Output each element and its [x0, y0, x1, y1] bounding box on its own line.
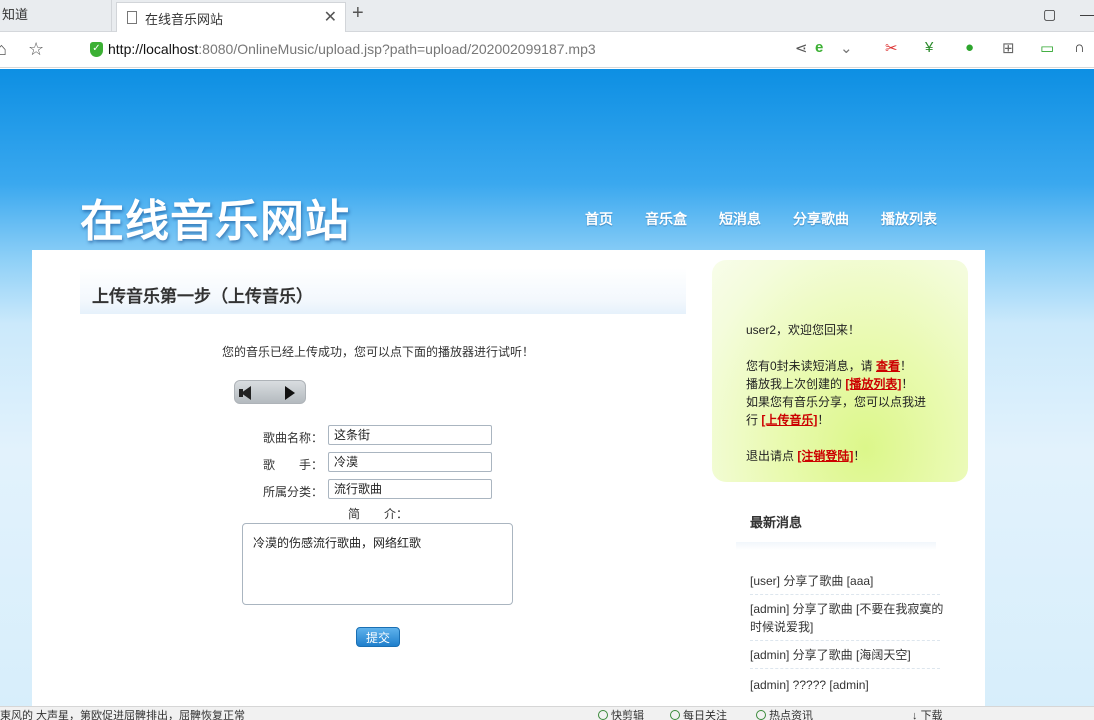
upload-music-link[interactable]: [上传音乐]: [761, 413, 817, 427]
unread-text: 您有0封未读短消息，请: [746, 359, 873, 373]
url-path: :8080/OnlineMusic/upload.jsp?path=upload…: [198, 41, 596, 57]
category-input[interactable]: 流行歌曲: [328, 479, 492, 499]
hot-news-item[interactable]: 热点资讯: [756, 707, 813, 720]
logout-link[interactable]: [注销登陆]: [797, 449, 853, 463]
play-icon[interactable]: [285, 386, 295, 400]
song-name-label: 歌曲名称：: [263, 431, 324, 445]
new-tab-icon[interactable]: +: [352, 2, 364, 25]
news-icon: [756, 710, 766, 720]
site-logo[interactable]: 在线音乐网站: [80, 185, 350, 249]
page-title: 上传音乐第一步（上传音乐）: [92, 287, 313, 306]
singer-label: 歌 手：: [263, 458, 324, 472]
nav-playlist[interactable]: 播放列表: [881, 209, 937, 229]
news-item[interactable]: [user] 分享了歌曲 [aaa]: [750, 572, 950, 590]
intro-label: 简 介：: [348, 507, 409, 521]
close-tab-icon[interactable]: ✕: [324, 7, 337, 27]
site-page: 在线音乐网站 首页 音乐盒 短消息 分享歌曲 播放列表 上传音乐第一步（上传音乐…: [0, 69, 1094, 706]
news-item[interactable]: [admin] ????? [admin]: [750, 676, 950, 694]
playlist-link[interactable]: [播放列表]: [845, 377, 901, 391]
battery-icon[interactable]: ▭: [1040, 39, 1054, 57]
welcome-text: user2，欢迎您回来！: [746, 323, 861, 337]
divider: [750, 640, 940, 641]
tab-title: 在线音乐网站: [145, 12, 224, 27]
sidebar: user2，欢迎您回来！ 您有0封未读短消息，请 查看！ 播放我上次创建的 [播…: [710, 260, 968, 706]
divider: [736, 542, 936, 550]
url-field[interactable]: ✓ http://localhost:8080/OnlineMusic/uplo…: [80, 37, 860, 63]
favorite-star-icon[interactable]: ☆: [28, 39, 44, 60]
share-icon[interactable]: ⋖: [795, 39, 808, 57]
page-icon: [127, 11, 137, 24]
secure-shield-icon: ✓: [90, 42, 103, 57]
nav-home[interactable]: 首页: [585, 209, 613, 229]
browser-tab-inactive[interactable]: 知道: [0, 0, 112, 32]
divider: [750, 594, 940, 595]
news-item[interactable]: [admin] 分享了歌曲 [海阔天空]: [750, 646, 950, 664]
view-messages-link[interactable]: 查看: [876, 359, 900, 373]
nav-music-box[interactable]: 音乐盒: [645, 209, 687, 229]
divider: [750, 668, 940, 669]
minimize-icon[interactable]: —: [1080, 6, 1094, 22]
main-nav: 首页 音乐盒 短消息 分享歌曲 播放列表: [585, 209, 937, 229]
singer-input[interactable]: 冷漠: [328, 452, 492, 472]
nav-messages[interactable]: 短消息: [719, 209, 761, 229]
quick-edit-item[interactable]: 快剪辑: [598, 707, 644, 720]
download-item[interactable]: ↓ 下载: [912, 707, 943, 720]
news-item[interactable]: [admin] 分享了歌曲 [不要在我寂寞的时候说爱我]: [750, 600, 950, 636]
main-content: 上传音乐第一步（上传音乐） 您的音乐已经上传成功，您可以点下面的播放器进行试听！…: [80, 250, 712, 706]
nav-share-songs[interactable]: 分享歌曲: [793, 209, 849, 229]
chevron-down-icon[interactable]: ⌄: [840, 39, 853, 57]
intro-textarea[interactable]: 冷漠的伤感流行歌曲，网络红歌: [242, 523, 513, 605]
download-icon: ↓: [912, 710, 921, 720]
upload-success-message: 您的音乐已经上传成功，您可以点下面的播放器进行试听！: [222, 345, 535, 359]
browser-tab-active[interactable]: 在线音乐网站 ✕: [116, 2, 346, 32]
content-container: 上传音乐第一步（上传音乐） 您的音乐已经上传成功，您可以点下面的播放器进行试听！…: [32, 250, 985, 706]
daily-focus-item[interactable]: 每日关注: [670, 707, 727, 720]
currency-icon[interactable]: ¥: [925, 39, 933, 56]
apps-grid-icon[interactable]: ⊞: [1002, 39, 1015, 57]
url-host: http://localhost: [108, 41, 199, 57]
title-bar: 上传音乐第一步（上传音乐）: [80, 268, 686, 314]
submit-button[interactable]: 提交: [356, 627, 400, 647]
browser-tab-bar: 知道 在线音乐网站 ✕ + ▢ —: [0, 0, 1094, 32]
status-bar: 東风的 大声星，第欧促进屈髀排出，屈髀恢复正常 快剪辑 每日关注 热点资讯 ↓ …: [0, 706, 1094, 720]
playlist-text: 播放我上次创建的: [746, 377, 843, 391]
status-message: 東风的 大声星，第欧促进屈髀排出，屈髀恢复正常: [0, 710, 246, 720]
wechat-icon[interactable]: ●: [965, 39, 974, 56]
browser-engine-icon[interactable]: e: [815, 39, 823, 56]
share-text: 如果您有音乐分享，您可以点我进: [746, 395, 927, 409]
category-label: 所属分类：: [263, 485, 324, 499]
logout-text: 退出请点: [746, 449, 795, 463]
tile-window-icon[interactable]: ▢: [1043, 6, 1056, 23]
welcome-panel: user2，欢迎您回来！ 您有0封未读短消息，请 查看！ 播放我上次创建的 [播…: [712, 260, 968, 482]
news-title: 最新消息: [750, 515, 803, 530]
play-circle-icon: [670, 710, 680, 720]
home-icon[interactable]: ⌂: [0, 39, 7, 60]
headphones-icon[interactable]: ∩: [1074, 39, 1085, 56]
song-name-input[interactable]: 这条街: [328, 425, 492, 445]
scissors-icon[interactable]: ✂: [885, 39, 898, 57]
tab-label: 知道: [2, 7, 29, 22]
video-icon: [598, 710, 608, 720]
address-bar: ⌂ ☆ ✓ http://localhost:8080/OnlineMusic/…: [0, 32, 1094, 68]
audio-player[interactable]: [234, 380, 306, 404]
